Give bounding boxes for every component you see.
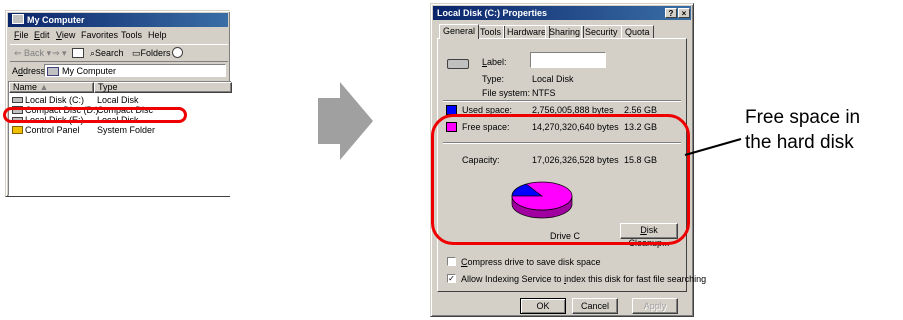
tab-strip: General Tools Hardware Sharing Security … <box>439 24 687 39</box>
menu-tools[interactable]: Tools <box>121 29 142 42</box>
list-header: Name ▲ Type <box>9 82 232 93</box>
type-value: Local Disk <box>532 74 574 84</box>
callout-line <box>684 138 742 156</box>
hard-drive-icon <box>12 97 23 103</box>
close-button[interactable]: × <box>678 8 690 18</box>
apply-button[interactable]: Apply <box>632 298 678 314</box>
fs-value: NTFS <box>532 88 556 98</box>
menu-favorites[interactable]: Favorites <box>81 29 118 42</box>
tab-sharing[interactable]: Sharing <box>545 25 585 38</box>
tab-hardware[interactable]: Hardware <box>503 25 551 38</box>
annotation-line-1: Free space in <box>745 107 861 128</box>
menu-file[interactable]: File <box>14 29 29 42</box>
index-label: Allow Indexing Service to index this dis… <box>461 274 707 284</box>
drive-icon <box>447 59 469 69</box>
label-input[interactable] <box>530 52 606 68</box>
computer-icon <box>47 67 59 76</box>
annotation-text: Free space in the hard disk <box>745 105 860 155</box>
highlight-ring-drive-c <box>3 107 187 123</box>
properties-titlebar[interactable]: Local Disk (C:) Properties ? × <box>433 6 691 20</box>
back-button[interactable]: ⇐ Back ▾ <box>14 48 51 59</box>
highlight-ring-free-space <box>431 114 690 245</box>
flow-arrow-icon <box>318 82 373 160</box>
address-label: Address <box>12 66 46 76</box>
compress-label: Compress drive to save disk space <box>461 257 601 267</box>
explorer-window: My Computer File Edit View Favorites Too… <box>5 10 232 197</box>
address-input[interactable]: My Computer <box>44 64 226 77</box>
list-item[interactable]: Local Disk (C:) Local Disk <box>9 95 231 105</box>
sort-arrow-icon: ▲ <box>39 82 49 92</box>
type-caption: Type: <box>482 74 505 84</box>
fs-caption: File system: <box>482 88 531 98</box>
menu-view[interactable]: View <box>56 29 75 42</box>
properties-title: Local Disk (C:) Properties <box>437 8 548 18</box>
list-item[interactable]: Control Panel System Folder <box>9 125 231 135</box>
menu-help[interactable]: Help <box>148 29 167 42</box>
help-button[interactable]: ? <box>665 8 677 18</box>
explorer-title: My Computer <box>27 15 85 25</box>
tab-general[interactable]: General <box>439 24 480 39</box>
file-list[interactable]: Name ▲ Type Local Disk (C:) Local Disk C… <box>8 81 232 196</box>
separator <box>443 100 681 102</box>
menu-edit[interactable]: Edit <box>34 29 50 42</box>
computer-icon <box>12 14 24 24</box>
toolbar: ⇐ Back ▾ ⇒ ▾ ⌕Search ▭Folders <box>10 44 228 62</box>
up-folder-icon[interactable] <box>72 48 84 58</box>
history-icon[interactable] <box>172 47 183 58</box>
label-caption: Label: <box>482 57 507 67</box>
folders-button[interactable]: ▭Folders <box>132 48 171 59</box>
ok-button[interactable]: OK <box>520 298 566 314</box>
tab-tools[interactable]: Tools <box>476 25 506 38</box>
annotation-line-2: the hard disk <box>745 132 854 153</box>
menu-bar: File Edit View Favorites Tools Help <box>10 29 228 42</box>
control-panel-icon <box>12 126 23 134</box>
explorer-titlebar[interactable]: My Computer <box>8 13 228 27</box>
column-name[interactable]: Name ▲ <box>9 82 94 93</box>
tab-security[interactable]: Security <box>581 25 622 38</box>
forward-button[interactable]: ⇒ ▾ <box>52 48 67 59</box>
compress-checkbox[interactable] <box>447 257 456 266</box>
index-checkbox[interactable]: ✓ <box>447 274 456 283</box>
address-bar: Address My Computer <box>10 63 228 78</box>
cancel-button[interactable]: Cancel <box>572 298 618 314</box>
tab-quota[interactable]: Quota <box>621 25 654 38</box>
folders-icon: ▭ <box>132 48 141 58</box>
column-type[interactable]: Type <box>94 82 232 93</box>
search-button[interactable]: ⌕Search <box>90 48 124 59</box>
